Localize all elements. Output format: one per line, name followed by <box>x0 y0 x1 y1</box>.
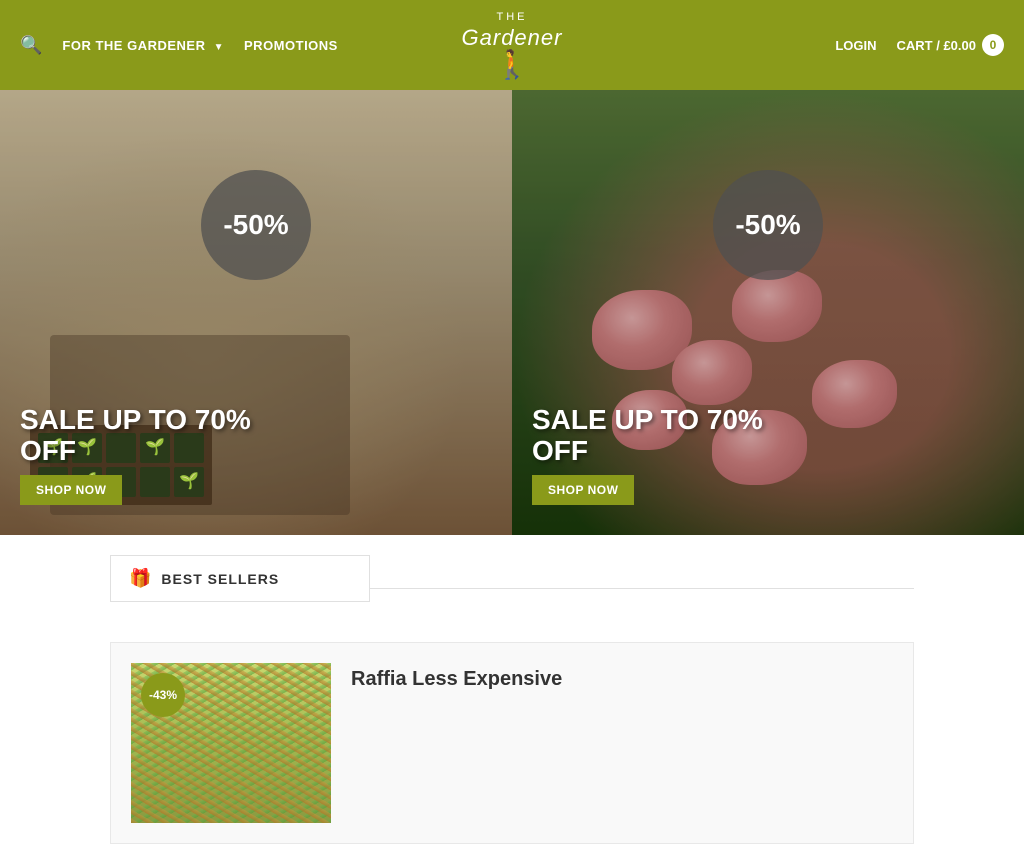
section-divider <box>370 588 914 589</box>
product-info: Raffia Less Expensive <box>351 663 893 691</box>
hero-left-shop-now-button[interactable]: SHOP NOW <box>20 475 122 505</box>
login-link[interactable]: LOGIN <box>835 38 876 53</box>
product-image[interactable]: -43% <box>131 663 331 823</box>
best-sellers-title: BEST SELLERS <box>161 571 279 587</box>
hero-right-text: SALE UP TO 70% OFF SHOP NOW <box>532 405 763 505</box>
product-discount-tag: -43% <box>141 673 185 717</box>
cart-label: CART / £0.00 <box>897 38 976 53</box>
section-title-bar: 🎁 BEST SELLERS <box>110 555 370 602</box>
cart-count-badge: 0 <box>982 34 1004 56</box>
hero-right-sale-title: SALE UP TO 70% OFF <box>532 405 763 467</box>
nav-for-gardener[interactable]: FOR THE GARDENER ▼ <box>62 38 224 53</box>
chevron-down-icon: ▼ <box>214 42 224 53</box>
site-logo[interactable]: THE Gardener 🚶 <box>462 11 563 78</box>
cart-button[interactable]: CART / £0.00 0 <box>897 34 1004 56</box>
product-title[interactable]: Raffia Less Expensive <box>351 668 893 691</box>
best-sellers-section: 🎁 BEST SELLERS -43% Raffia Less Expensiv… <box>0 535 1024 864</box>
nav-promotions[interactable]: PROMOTIONS <box>244 38 338 53</box>
search-icon[interactable]: 🔍 <box>20 35 42 56</box>
product-card-inner: -43% Raffia Less Expensive <box>111 643 913 843</box>
product-card-raffia: -43% Raffia Less Expensive <box>110 642 914 844</box>
hero-panel-left: -50% SALE UP TO 70% OFF SHOP NOW <box>0 90 512 535</box>
logo-the: THE <box>462 11 563 24</box>
hero-left-discount-badge: -50% <box>201 170 311 280</box>
gift-icon: 🎁 <box>129 568 151 589</box>
main-nav: FOR THE GARDENER ▼ PROMOTIONS <box>62 38 337 53</box>
hero-right-discount-badge: -50% <box>713 170 823 280</box>
hero-section: -50% SALE UP TO 70% OFF SHOP NOW -50% <box>0 90 1024 535</box>
hero-right-shop-now-button[interactable]: SHOP NOW <box>532 475 634 505</box>
logo-figure-icon: 🚶 <box>462 51 563 79</box>
header-left: 🔍 FOR THE GARDENER ▼ PROMOTIONS <box>20 35 338 56</box>
logo-gardener: Gardener <box>462 25 563 51</box>
hero-left-sale-title: SALE UP TO 70% OFF <box>20 405 251 467</box>
hero-left-text: SALE UP TO 70% OFF SHOP NOW <box>20 405 251 505</box>
header-right: LOGIN CART / £0.00 0 <box>835 34 1004 56</box>
hero-panel-right: -50% SALE UP TO 70% OFF SHOP NOW <box>512 90 1024 535</box>
section-title-row: 🎁 BEST SELLERS <box>110 555 914 622</box>
main-header: 🔍 FOR THE GARDENER ▼ PROMOTIONS THE Gard… <box>0 0 1024 90</box>
